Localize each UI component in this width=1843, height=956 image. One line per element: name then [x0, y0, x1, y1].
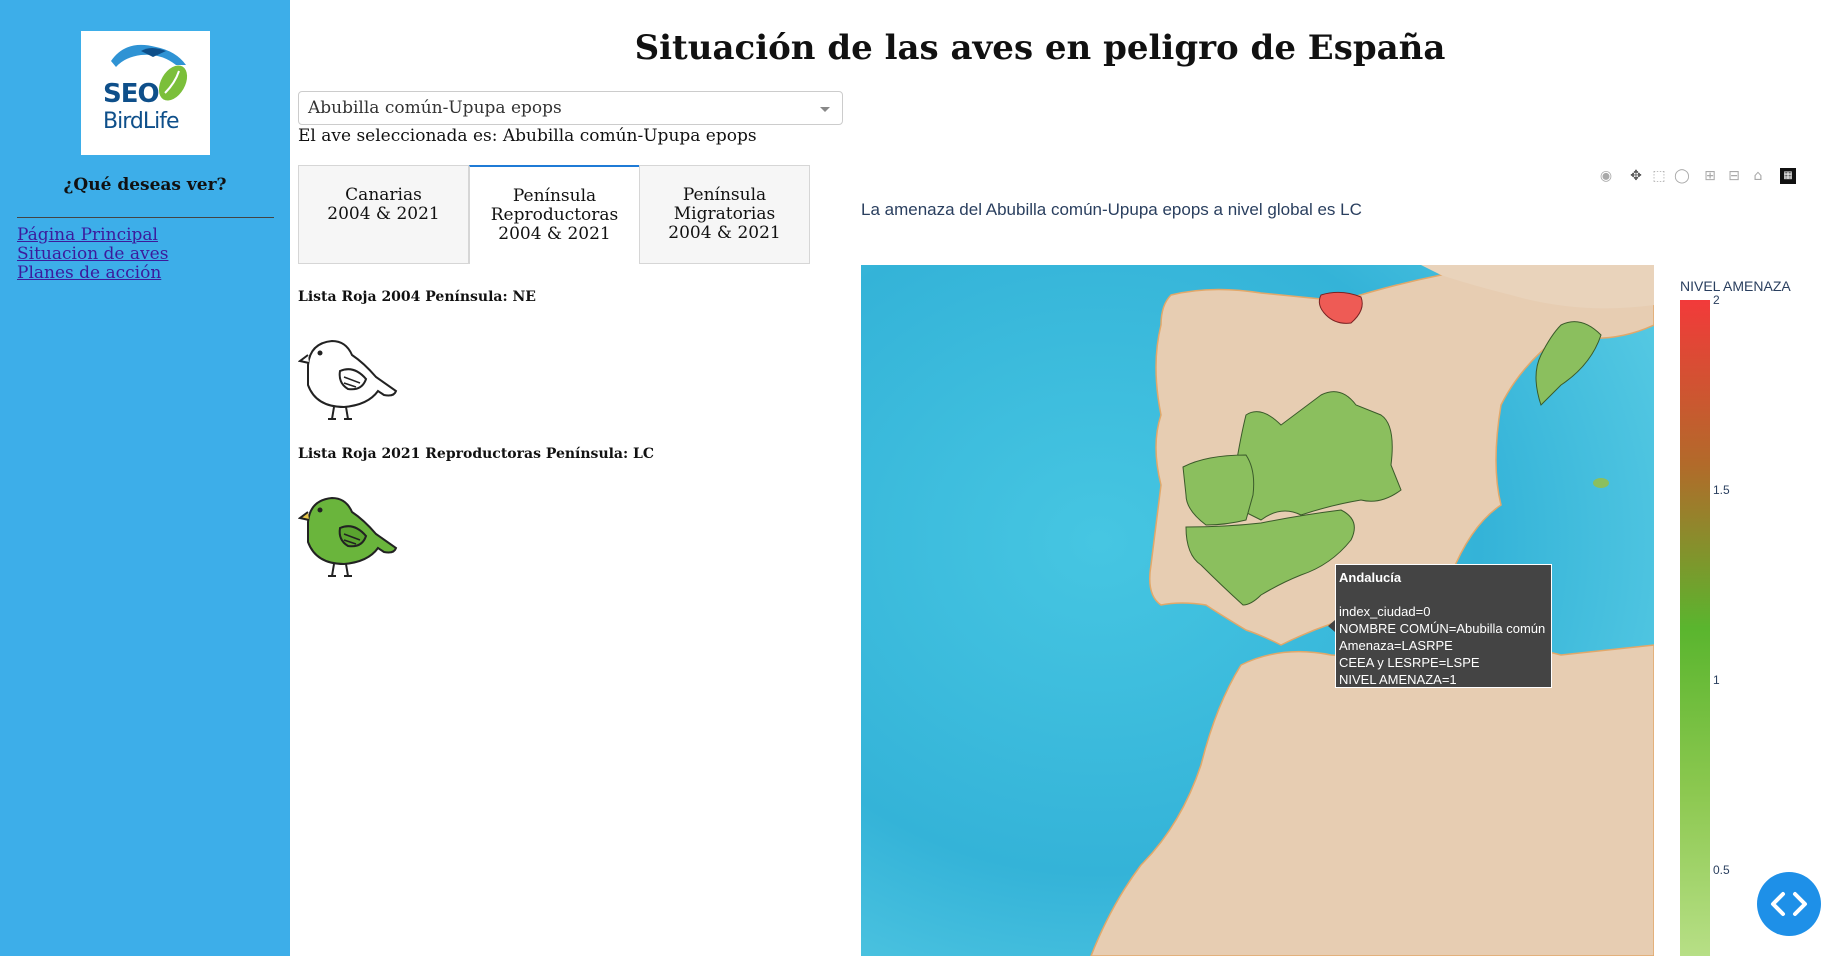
tooltip-line: CEEA y LESRPE=LSPE	[1339, 655, 1480, 670]
bird-select-dropdown[interactable]: Abubilla común-Upupa epops	[298, 91, 843, 125]
bird-green-icon	[298, 496, 398, 577]
tab-label: Península Migratorias 2004 & 2021	[668, 185, 781, 243]
sidebar-divider	[17, 217, 274, 218]
bird-outline-icon	[298, 339, 398, 420]
selected-bird-text: El ave seleccionada es: Abubilla común-U…	[298, 126, 757, 146]
reset-home-icon[interactable]: ⌂	[1750, 168, 1766, 184]
tooltip-line: Amenaza=LASRPE	[1339, 638, 1453, 653]
logo-seo-text: SEO	[103, 79, 160, 109]
nav-link-situacion-aves[interactable]: Situacion de aves	[17, 245, 168, 264]
tab-label: Canarias 2004 & 2021	[327, 185, 440, 224]
colorbar-tick: 0.5	[1713, 863, 1730, 877]
red-list-2004-label: Lista Roja 2004 Península: NE	[298, 289, 536, 305]
code-brackets-icon	[1771, 892, 1807, 916]
map-hover-tooltip: Andalucía index_ciudad=0 NOMBRE COMÚN=Ab…	[1335, 564, 1552, 688]
colorbar-tick: 1.5	[1713, 483, 1730, 497]
tab-label: Península Reproductoras 2004 & 2021	[490, 186, 619, 244]
tooltip-arrow	[1328, 620, 1335, 632]
tab-peninsula-migratorias[interactable]: Península Migratorias 2004 & 2021	[639, 165, 810, 264]
lasso-icon[interactable]: ◯	[1674, 168, 1690, 184]
region-baleares[interactable]	[1593, 478, 1609, 488]
chevron-down-icon[interactable]	[820, 107, 830, 112]
tooltip-line: NIVEL AMENAZA=1	[1339, 672, 1457, 687]
nav-link-planes-accion[interactable]: Planes de acción	[17, 264, 168, 283]
red-list-2021-label: Lista Roja 2021 Reproductoras Península:…	[298, 446, 655, 462]
code-toggle-button[interactable]	[1757, 872, 1821, 936]
sidebar-question: ¿Qué deseas ver?	[63, 175, 227, 195]
seo-birdlife-logo: SEO BirdLife	[81, 31, 210, 155]
zoom-in-icon[interactable]: ⊞	[1702, 168, 1718, 184]
tooltip-line: index_ciudad=0	[1339, 604, 1431, 619]
colorbar	[1680, 300, 1710, 956]
dropdown-selected-value: Abubilla común-Upupa epops	[308, 98, 562, 118]
box-select-icon[interactable]: ⬚	[1651, 168, 1667, 184]
logo-birdlife-text: BirdLife	[103, 109, 179, 134]
page-title: Situación de las aves en peligro de Espa…	[634, 28, 1446, 68]
camera-icon[interactable]: ◉	[1598, 168, 1614, 184]
tab-peninsula-reproductoras[interactable]: Península Reproductoras 2004 & 2021	[469, 165, 640, 264]
colorbar-tick: 1	[1713, 673, 1720, 687]
sidebar: SEO BirdLife ¿Qué deseas ver? Página Pri…	[0, 0, 290, 956]
colorbar-title: NIVEL AMENAZA	[1680, 278, 1791, 294]
tab-canarias[interactable]: Canarias 2004 & 2021	[298, 165, 469, 264]
tooltip-title: Andalucía	[1339, 570, 1402, 585]
tooltip-spacer	[1339, 586, 1548, 603]
global-threat-text: La amenaza del Abubilla común-Upupa epop…	[861, 200, 1362, 219]
colorbar-tick: 2	[1713, 293, 1720, 307]
zoom-out-icon[interactable]: ⊟	[1726, 168, 1742, 184]
tooltip-line: NOMBRE COMÚN=Abubilla común	[1339, 621, 1546, 636]
nav-link-pagina-principal[interactable]: Página Principal	[17, 226, 168, 245]
plotly-logo-icon[interactable]: ▦	[1780, 168, 1796, 184]
sidebar-nav: Página Principal Situacion de aves Plane…	[17, 226, 168, 283]
pan-icon[interactable]: ✥	[1628, 168, 1644, 184]
